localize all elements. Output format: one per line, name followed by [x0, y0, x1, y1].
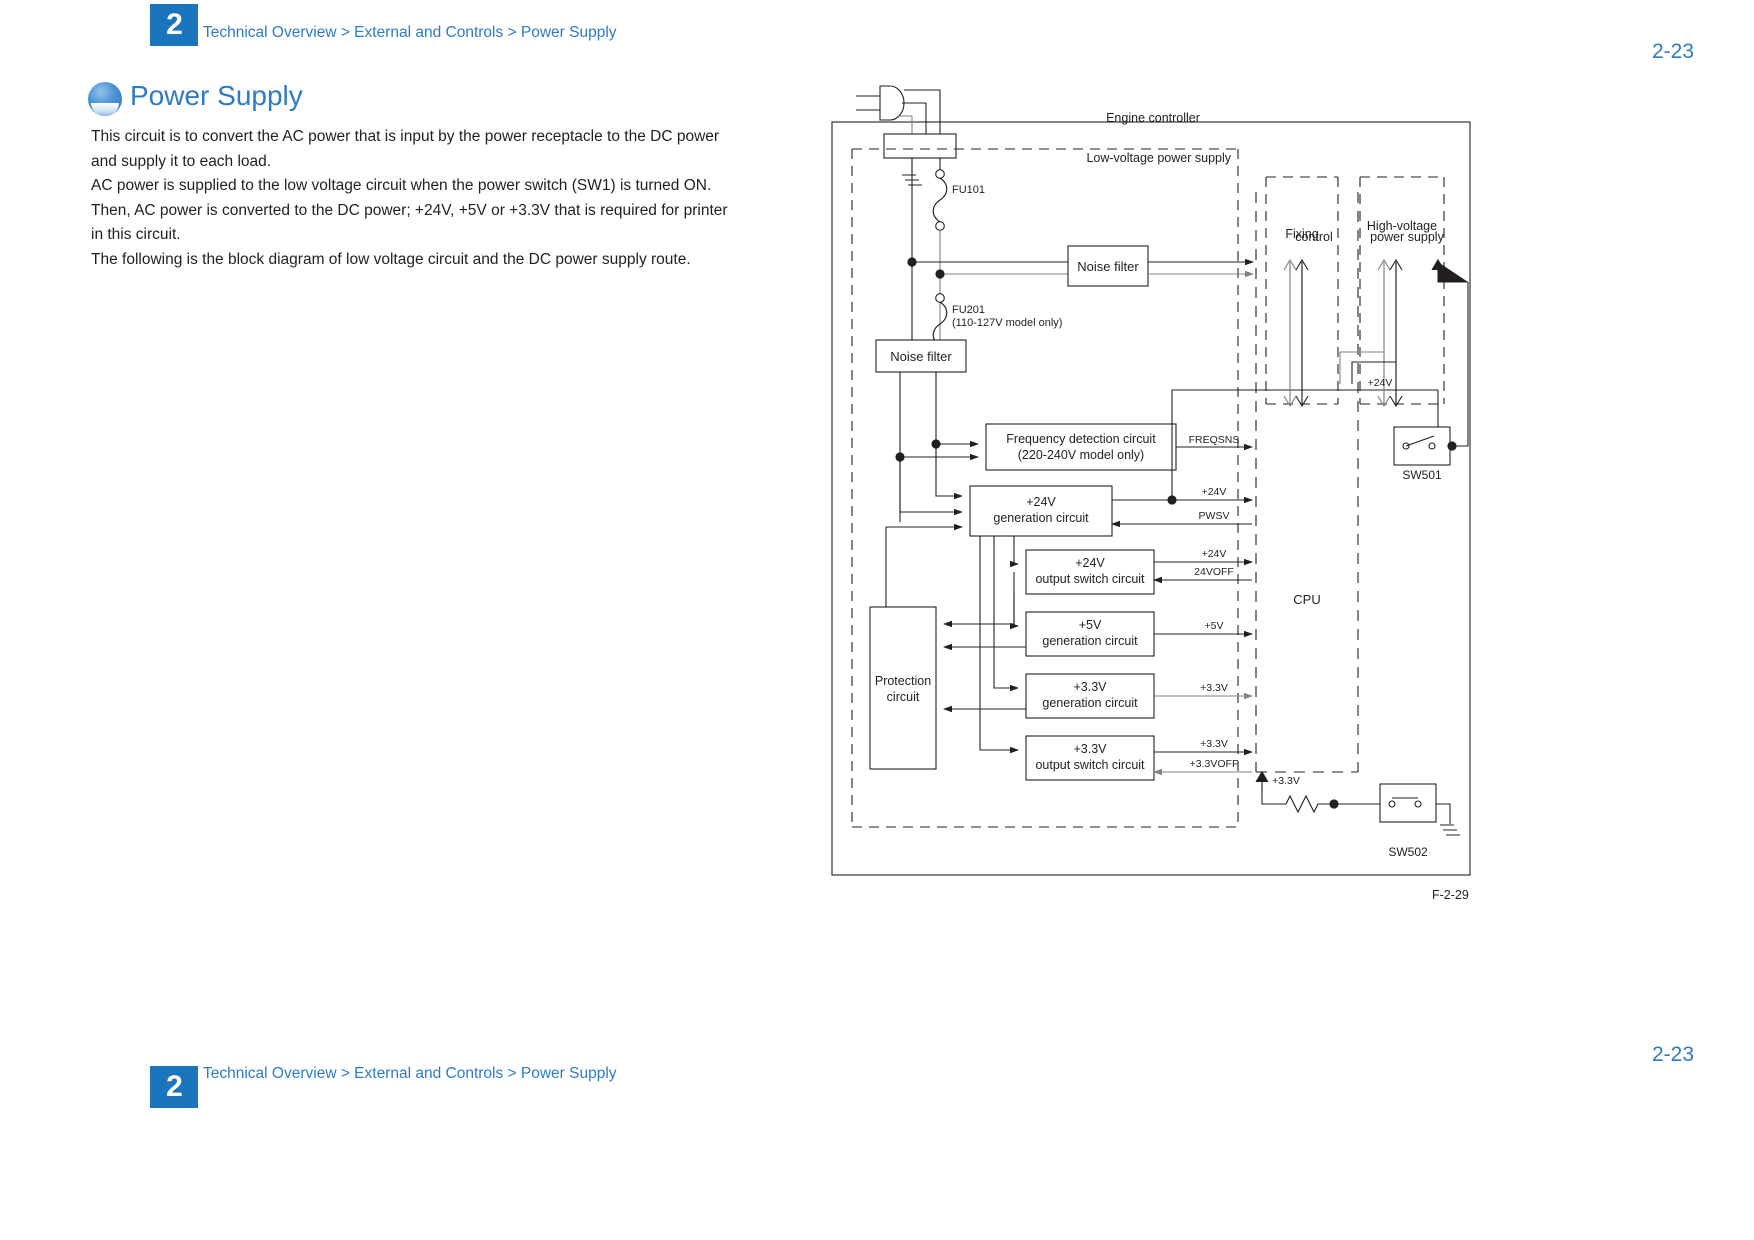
- cpu-boundary-rest: [1256, 192, 1359, 773]
- gen5-in: [1010, 572, 1019, 630]
- footer-page-number: 2-23: [1651, 1043, 1694, 1066]
- gen-24v-label-line1: +24V: [1026, 495, 1056, 509]
- sw502-terminal-left: [1388, 800, 1396, 808]
- signal-33v-b: +3.3V: [1200, 738, 1228, 750]
- out24-in: [1010, 536, 1019, 568]
- fu201-note: (110-127V model only): [952, 317, 1062, 329]
- protection-label-line2: circuit: [887, 690, 920, 704]
- fixing-control-bidir-arrows: [1283, 258, 1309, 408]
- fu101-terminal-bottom: [935, 221, 945, 231]
- footer-chapter-tab: 2: [150, 1066, 198, 1108]
- frequency-detection-label-line2: (220-240V model only): [1018, 448, 1144, 462]
- body-paragraph: This circuit is to convert the AC power …: [91, 125, 771, 273]
- header-page-number: 2-23: [1651, 40, 1694, 63]
- signal-freqsns: FREQSNS: [1189, 434, 1240, 446]
- plug-prongs: [856, 95, 880, 111]
- plug-lead-2: [902, 102, 927, 134]
- figure-caption: F-2-29: [1432, 888, 1469, 902]
- signal-24v-b: +24V: [1202, 548, 1227, 560]
- plug-lead-1: [904, 89, 941, 134]
- frequency-detection-label-line1: Frequency detection circuit: [1006, 432, 1156, 446]
- sw502-terminal-right: [1414, 800, 1422, 808]
- signal-33v-a: +3.3V: [1200, 682, 1228, 694]
- sw501-arrow-up: [1431, 258, 1468, 283]
- noise-filter-top-label: Noise filter: [1077, 259, 1139, 274]
- gen-33v-label-line1: +3.3V: [1073, 680, 1107, 694]
- gen-5v-label-line2: generation circuit: [1042, 634, 1138, 648]
- junction-dot-5: [1167, 495, 1177, 505]
- footer-breadcrumb: Technical Overview > External and Contro…: [203, 1065, 617, 1082]
- gen-33v-label-line2: generation circuit: [1042, 696, 1138, 710]
- fu101-label: FU101: [952, 184, 985, 196]
- plug-lead-ground: [900, 115, 913, 134]
- body-line-3: AC power is supplied to the low voltage …: [91, 177, 712, 195]
- out-24v-label-line2: output switch circuit: [1035, 572, 1145, 586]
- junction-dot-1: [907, 257, 917, 267]
- power-supply-block-diagram: Engine controller Low-voltage power supp…: [828, 72, 1508, 897]
- body-line-6: The following is the block diagram of lo…: [91, 250, 691, 268]
- sw502-ground-symbol: [1440, 824, 1460, 836]
- signal-33v-sw502: +3.3V: [1272, 775, 1300, 787]
- signal-24voff: 24VOFF: [1194, 566, 1234, 578]
- out33-in: [979, 536, 1019, 754]
- header-chapter-tab: 2: [150, 4, 198, 46]
- fu101-element: [932, 177, 948, 223]
- frequency-detection-box: [985, 423, 1177, 471]
- signal-5v: +5V: [1205, 620, 1224, 632]
- sw501-box: [1393, 426, 1451, 466]
- body-line-2: and supply it to each load.: [91, 152, 272, 170]
- hv-boundary-a: [1359, 176, 1444, 404]
- resistor-zigzag: [1285, 794, 1334, 814]
- blue-sphere-bullet-icon: [88, 82, 122, 116]
- gen-24v-label-line2: generation circuit: [993, 511, 1089, 525]
- signal-24v-hv: +24V: [1368, 377, 1393, 389]
- sw502-label: SW502: [1388, 845, 1428, 859]
- gen24-in-1: [935, 444, 963, 500]
- protection-label-line1: Protection: [875, 674, 931, 688]
- gen24-in-2: [899, 457, 963, 516]
- out-33v-label-line2: output switch circuit: [1035, 758, 1145, 772]
- junction-dot-2: [935, 269, 945, 279]
- hv-boundary-b: [1360, 177, 1445, 405]
- document-page: 2 Technical Overview > External and Cont…: [0, 0, 1754, 1240]
- signal-24v-a: +24V: [1202, 486, 1227, 498]
- cpu-label: CPU: [1293, 592, 1320, 607]
- fixing-control-label-line2: control: [1295, 230, 1333, 244]
- out-24v-label-line1: +24V: [1075, 556, 1105, 570]
- sw501-terminal-right: [1428, 442, 1436, 450]
- sw501-return: [1450, 282, 1469, 447]
- header-breadcrumb: Technical Overview > External and Contro…: [203, 24, 617, 41]
- signal-pwsv: PWSV: [1199, 510, 1230, 522]
- sw502-ground-lead: [1436, 803, 1451, 824]
- sw501-label: SW501: [1402, 468, 1442, 482]
- fu201-label: FU201: [952, 304, 985, 316]
- v33-bottom-stub: [1261, 784, 1268, 805]
- prot-fb-1: [943, 594, 1015, 628]
- body-line-1: This circuit is to convert the AC power …: [91, 128, 720, 145]
- high-voltage-label-line2: power supply: [1370, 230, 1444, 244]
- protection-circuit-box: [869, 606, 937, 770]
- body-line-4: Then, AC power is converted to the DC po…: [91, 201, 728, 219]
- out-33v-label-line1: +3.3V: [1073, 742, 1107, 756]
- plug-body: [879, 85, 905, 121]
- junction-dot-6: [1447, 441, 1457, 451]
- power-receptacle: [883, 133, 957, 159]
- fu201-terminal-top: [935, 293, 945, 303]
- engine-controller-label: Engine controller: [1106, 111, 1200, 125]
- signal-33voff: +3.3VOFF: [1190, 758, 1239, 770]
- low-voltage-label: Low-voltage power supply: [1086, 151, 1231, 165]
- gen-5v-label-line1: +5V: [1079, 618, 1102, 632]
- fu101-terminal-top: [935, 169, 945, 179]
- v33-arrow-up: [1255, 770, 1269, 790]
- page-title: Power Supply: [130, 80, 303, 111]
- sw502-box: [1379, 783, 1437, 823]
- body-line-5: in this circuit.: [91, 226, 181, 244]
- noise-filter-left-label: Noise filter: [890, 349, 952, 364]
